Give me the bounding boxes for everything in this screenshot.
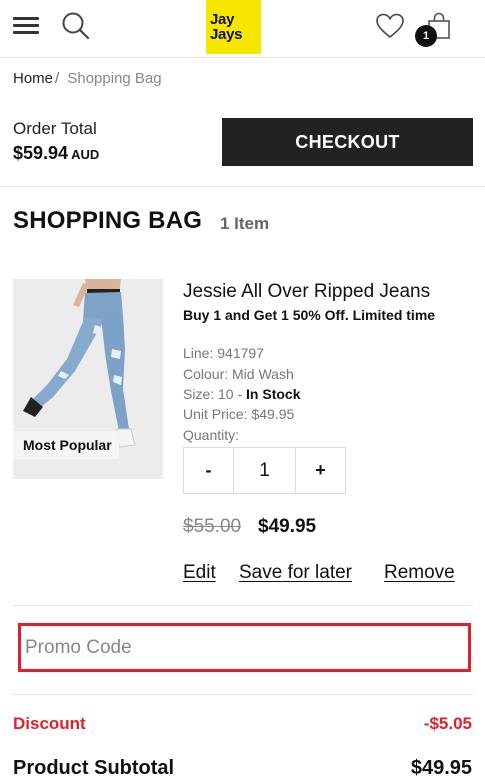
order-total-amount: $59.94 AUD	[13, 143, 99, 164]
save-for-later-link[interactable]: Save for later	[239, 562, 352, 584]
quantity-value[interactable]: 1	[233, 448, 296, 493]
quantity-stepper: - 1 +	[183, 447, 346, 494]
breadcrumb-current: Shopping Bag	[67, 70, 162, 87]
edit-link[interactable]: Edit	[183, 562, 216, 584]
sale-price: $49.95	[258, 516, 317, 537]
product-subtotal-value: $49.95	[410, 757, 472, 779]
quantity-decrement-button[interactable]: -	[184, 448, 233, 493]
breadcrumb-home-link[interactable]: Home	[13, 70, 53, 87]
bag-count-badge: 1	[415, 25, 437, 47]
quantity-label: Quantity:	[183, 427, 240, 443]
product-colour: Colour: Mid Wash	[183, 366, 294, 382]
breadcrumb: Home / Shopping Bag	[13, 70, 162, 87]
jay-jays-logo[interactable]: Jay Jays	[206, 0, 261, 54]
remove-link[interactable]: Remove	[384, 562, 455, 584]
divider	[0, 186, 485, 187]
heart-icon[interactable]	[376, 13, 404, 39]
search-icon[interactable]	[61, 11, 91, 41]
promo-code-input[interactable]	[21, 626, 468, 669]
bag-item-count: 1 Item	[220, 214, 270, 233]
order-total-currency: AUD	[71, 147, 100, 162]
product-line: Line: 941797	[183, 345, 264, 361]
product-size-value: Size: 10 -	[183, 386, 247, 402]
quantity-increment-button[interactable]: +	[296, 448, 345, 493]
divider	[13, 694, 473, 695]
product-subtotal-label: Product Subtotal	[13, 757, 175, 779]
most-popular-badge: Most Popular	[13, 431, 119, 459]
logo-text-line1: Jay	[210, 11, 235, 28]
product-name-link[interactable]: Jessie All Over Ripped Jeans	[183, 281, 430, 303]
hamburger-menu-icon[interactable]	[13, 17, 39, 35]
original-price: $55.00	[183, 516, 242, 537]
site-header: Jay Jays 1	[0, 0, 485, 58]
product-size: Size: 10 - In Stock	[183, 386, 301, 402]
discount-label: Discount	[13, 714, 86, 733]
stock-status: In Stock	[246, 386, 301, 402]
breadcrumb-separator: /	[55, 70, 60, 87]
order-total-label: Order Total	[13, 119, 97, 138]
checkout-button[interactable]: CHECKOUT	[222, 118, 473, 166]
promo-code-highlight	[18, 623, 471, 672]
discount-value: -$5.05	[423, 714, 472, 733]
divider	[13, 605, 473, 606]
logo-text-line2: Jays	[210, 26, 243, 43]
shopping-bag-title: SHOPPING BAG	[13, 207, 203, 234]
product-promo-text: Buy 1 and Get 1 50% Off. Limited time	[183, 307, 436, 323]
product-unit-price: Unit Price: $49.95	[183, 406, 295, 422]
order-total-value: $59.94	[13, 143, 69, 163]
